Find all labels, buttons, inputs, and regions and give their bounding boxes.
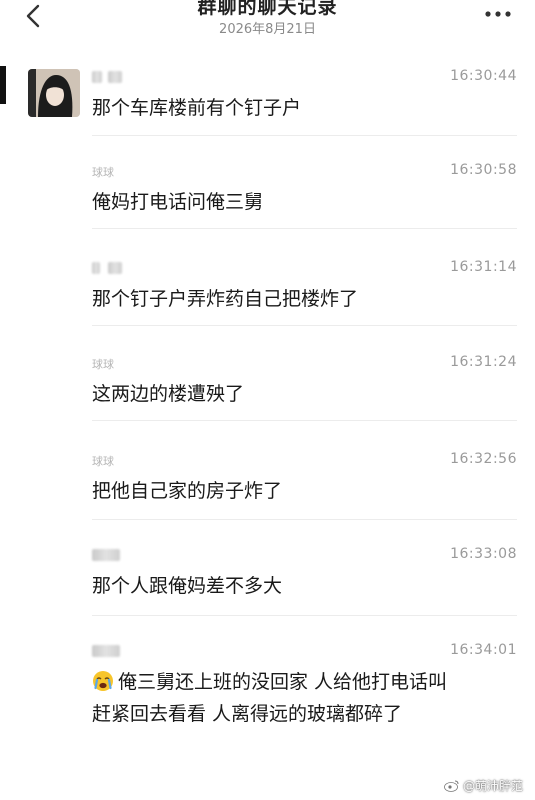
watermark-text: @萌沛胖范	[462, 779, 523, 793]
message-time: 16:31:14	[450, 259, 517, 275]
message-time: 16:31:24	[450, 354, 517, 370]
message-text-continued: 赶紧回去看看 人离得远的玻璃都碎了	[92, 703, 403, 725]
message-text: 那个人跟俺妈差不多大	[92, 575, 283, 597]
divider	[92, 228, 517, 229]
message-time: 16:33:08	[450, 546, 517, 562]
sender-name	[92, 261, 122, 275]
divider	[92, 325, 517, 326]
divider	[92, 615, 517, 616]
edge-bar	[0, 66, 6, 104]
sender-name: 球球	[92, 166, 114, 179]
avatar-photo-icon	[28, 69, 80, 117]
message-time: 16:30:44	[450, 68, 517, 84]
message-text: 把他自己家的房子炸了	[92, 480, 283, 502]
message-text: 那个钉子户弄炸药自己把楼炸了	[92, 288, 359, 310]
sender-name	[92, 644, 120, 658]
sender-name: 球球	[92, 358, 114, 371]
message-time: 16:32:56	[450, 451, 517, 467]
page-title: 群聊的聊天记录	[197, 0, 338, 18]
chat-header: 群聊的聊天记录 2026年8月21日	[0, 0, 535, 48]
weibo-logo-icon	[444, 780, 459, 792]
avatar[interactable]	[28, 69, 80, 117]
message-text: 俺三舅还上班的没回家 人给他打电话叫	[92, 668, 447, 696]
message-time: 16:30:58	[450, 162, 517, 178]
sender-name	[92, 70, 122, 84]
message-text: 俺妈打电话问俺三舅	[92, 191, 264, 213]
crying-face-emoji-icon	[93, 671, 113, 691]
message-text: 这两边的楼遭殃了	[92, 383, 245, 405]
sender-name	[92, 548, 120, 562]
divider	[92, 135, 517, 136]
sender-name: 球球	[92, 455, 114, 468]
message-time: 16:34:01	[450, 642, 517, 658]
divider	[92, 519, 517, 520]
message-text: 那个车库楼前有个钉子户	[92, 97, 302, 119]
divider	[92, 420, 517, 421]
watermark: @萌沛胖范	[444, 777, 523, 794]
chat-date: 2026年8月21日	[219, 22, 316, 37]
more-options-icon[interactable]	[481, 4, 515, 24]
